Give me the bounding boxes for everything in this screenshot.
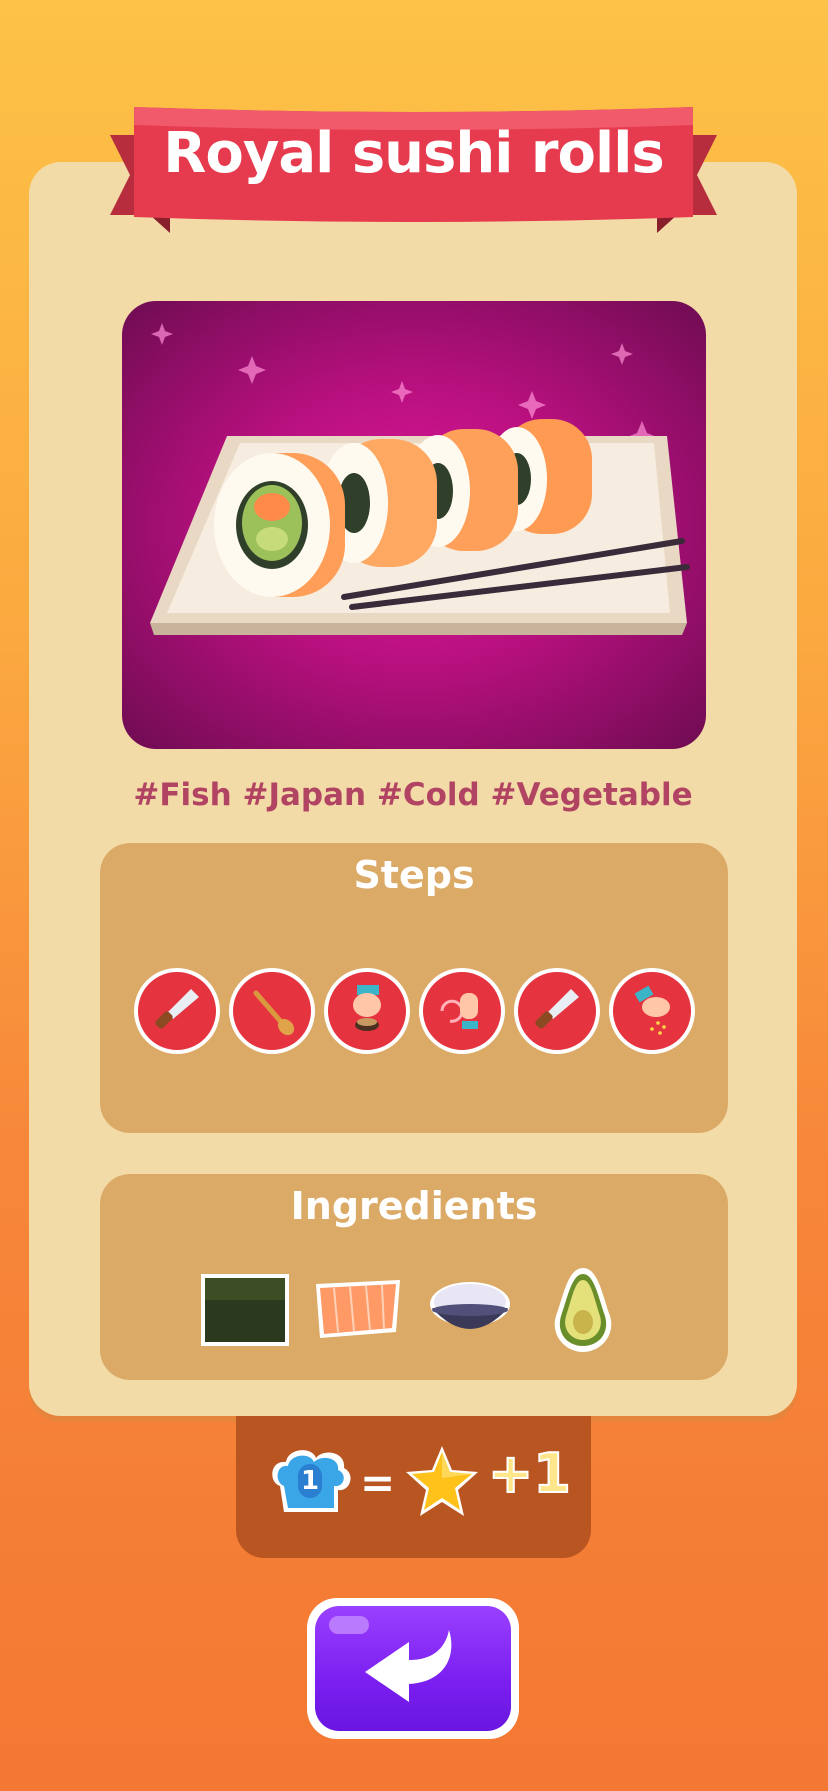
equals-sign: = [360, 1458, 396, 1507]
dish-image [122, 301, 706, 749]
step-3-hand-press-icon[interactable] [324, 968, 410, 1054]
back-button[interactable] [307, 1598, 519, 1739]
avocado-icon [548, 1264, 618, 1360]
star-icon [402, 1442, 482, 1526]
recipe-screen: { "recipe": { "title": "Royal sushi roll… [0, 0, 828, 1791]
steps-title: Steps [353, 853, 475, 897]
step-2-spoon-icon[interactable] [229, 968, 315, 1054]
nori-icon [199, 1270, 291, 1354]
reward-count: 1 [298, 1464, 322, 1498]
chef-hat-icon: 1 [266, 1446, 354, 1524]
reward-box: 1 = +1 [236, 1416, 591, 1558]
bonus-label: +1 [487, 1441, 572, 1506]
ingredients-title: Ingredients [290, 1184, 538, 1228]
step-4-hand-roll-icon[interactable] [419, 968, 505, 1054]
rice-bowl-icon [426, 1270, 514, 1354]
step-1-knife-icon[interactable] [134, 968, 220, 1054]
recipe-title: Royal sushi rolls [163, 121, 664, 186]
salmon-icon [310, 1270, 406, 1354]
step-5-knife-icon[interactable] [514, 968, 600, 1054]
step-6-hand-sprinkle-icon[interactable] [609, 968, 695, 1054]
ingredients-panel: Ingredients [100, 1174, 728, 1380]
recipe-tags: #Fish #Japan #Cold #Vegetable [133, 777, 693, 813]
back-arrow-icon [365, 1630, 452, 1702]
